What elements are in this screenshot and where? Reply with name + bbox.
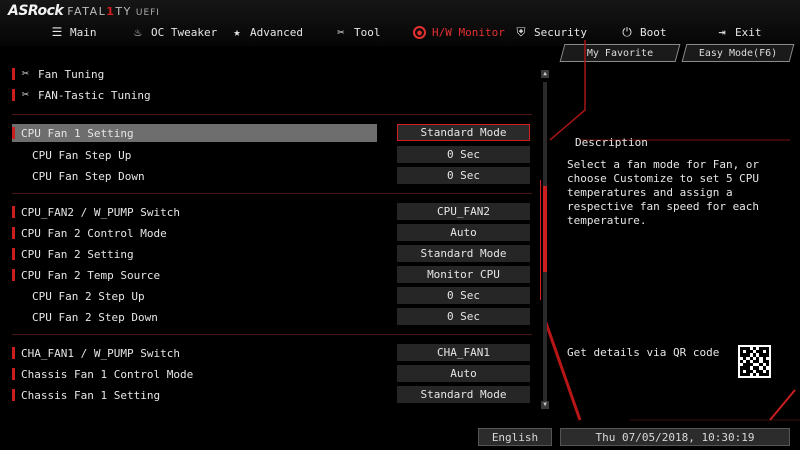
row-marker [12, 206, 15, 218]
setting-label: CPU Fan 2 Step Up [32, 289, 145, 303]
setting-value[interactable]: Monitor CPU [397, 266, 530, 283]
row-marker [12, 68, 15, 80]
list-icon: ☰ [51, 25, 63, 39]
tab-label: Exit [735, 25, 762, 39]
exit-icon: ⇥ [718, 25, 726, 39]
flame-icon: ♨ [134, 25, 142, 39]
tab-hw-monitor[interactable]: ● H/W Monitor [413, 22, 505, 42]
description-title: Description [575, 136, 648, 149]
row-marker [12, 347, 15, 359]
setting-label: CHA_FAN1 / W_PUMP Switch [21, 346, 180, 360]
tab-label: Main [70, 25, 97, 39]
section-divider [12, 334, 532, 335]
tab-label: Tool [354, 25, 381, 39]
tab-label: Advanced [250, 25, 303, 39]
star-icon: ★ [233, 25, 241, 39]
setting-label: CPU_FAN2 / W_PUMP Switch [21, 205, 180, 219]
section-divider [12, 193, 532, 194]
row-marker [12, 89, 15, 101]
setting-label: Chassis Fan 1 Setting [21, 388, 161, 402]
qr-pattern [740, 347, 769, 376]
row-marker [12, 269, 15, 281]
setting-value[interactable]: 0 Sec [397, 167, 530, 184]
setting-value[interactable]: Standard Mode [397, 386, 530, 403]
setting-row[interactable]: CPU Fan 1 Setting [12, 124, 377, 142]
setting-value[interactable]: 0 Sec [397, 146, 530, 163]
fan-tastic-tuning-label: FAN-Tastic Tuning [38, 88, 151, 102]
decorative-red-lines [540, 40, 800, 421]
setting-label: CPU Fan Step Up [32, 148, 132, 162]
setting-label: CPU Fan 2 Control Mode [21, 226, 167, 240]
datetime-display: Thu 07/05/2018, 10:30:19 [560, 428, 790, 446]
fatality-logo: FATAL1TY [67, 5, 132, 18]
section-divider [12, 114, 532, 115]
brand-logo: ASRock FATAL1TY UEFI [8, 3, 160, 19]
tab-boot[interactable]: ⏻ Boot [620, 22, 667, 42]
tab-label: Boot [640, 25, 667, 39]
tab-label: H/W Monitor [432, 25, 505, 39]
setting-value[interactable]: Auto [397, 224, 530, 241]
row-marker [12, 248, 15, 260]
setting-value[interactable]: CHA_FAN1 [397, 344, 530, 361]
scrollbar-thumb[interactable] [543, 186, 547, 272]
row-marker [12, 389, 15, 401]
scroll-up-arrow[interactable]: ▲ [541, 70, 549, 78]
asrock-logo: ASRock [8, 3, 64, 19]
setting-value[interactable]: CPU_FAN2 [397, 203, 530, 220]
setting-label: CPU Fan 1 Setting [21, 126, 134, 140]
power-icon: ⏻ [622, 25, 632, 39]
qr-caption: Get details via QR code [567, 346, 720, 359]
tools-icon: ✂ [22, 66, 30, 80]
qr-code [738, 345, 771, 378]
setting-label: CPU Fan Step Down [32, 169, 145, 183]
setting-value[interactable]: 0 Sec [397, 308, 530, 325]
setting-label: Chassis Fan 1 Control Mode [21, 367, 194, 381]
tab-security[interactable]: ⛨ Security [514, 22, 587, 42]
row-marker [12, 368, 15, 380]
tab-oc-tweaker[interactable]: ♨ OC Tweaker [131, 22, 217, 42]
description-text: Select a fan mode for Fan, or choose Cus… [567, 158, 760, 227]
monitor-icon: ● [413, 25, 426, 39]
tab-exit[interactable]: ⇥ Exit [715, 22, 762, 42]
language-button[interactable]: English [478, 428, 552, 446]
tools-icon: ✂ [22, 87, 30, 101]
tab-label: Security [534, 25, 587, 39]
shield-icon: ⛨ [516, 25, 526, 39]
setting-value[interactable]: 0 Sec [397, 287, 530, 304]
fan-tuning-label: Fan Tuning [38, 67, 105, 81]
uefi-label: UEFI [135, 8, 160, 18]
main-nav: ☰ Main ♨ OC Tweaker ★ Advanced ✂ Tool ● … [0, 22, 800, 42]
row-marker [12, 227, 15, 239]
tab-main[interactable]: ☰ Main [50, 22, 97, 42]
tab-advanced[interactable]: ★ Advanced [230, 22, 303, 42]
setting-label: CPU Fan 2 Setting [21, 247, 134, 261]
setting-label: CPU Fan 2 Temp Source [21, 268, 161, 282]
setting-value[interactable]: Standard Mode [397, 245, 530, 262]
setting-value[interactable]: Auto [397, 365, 530, 382]
tab-label: OC Tweaker [151, 25, 218, 39]
tab-tool[interactable]: ✂ Tool [334, 22, 381, 42]
setting-label: CPU Fan 2 Step Down [32, 310, 158, 324]
setting-value[interactable]: Standard Mode [397, 124, 530, 141]
tools-icon: ✂ [337, 25, 345, 39]
row-marker [12, 127, 15, 139]
scroll-down-arrow[interactable]: ▼ [541, 401, 549, 409]
